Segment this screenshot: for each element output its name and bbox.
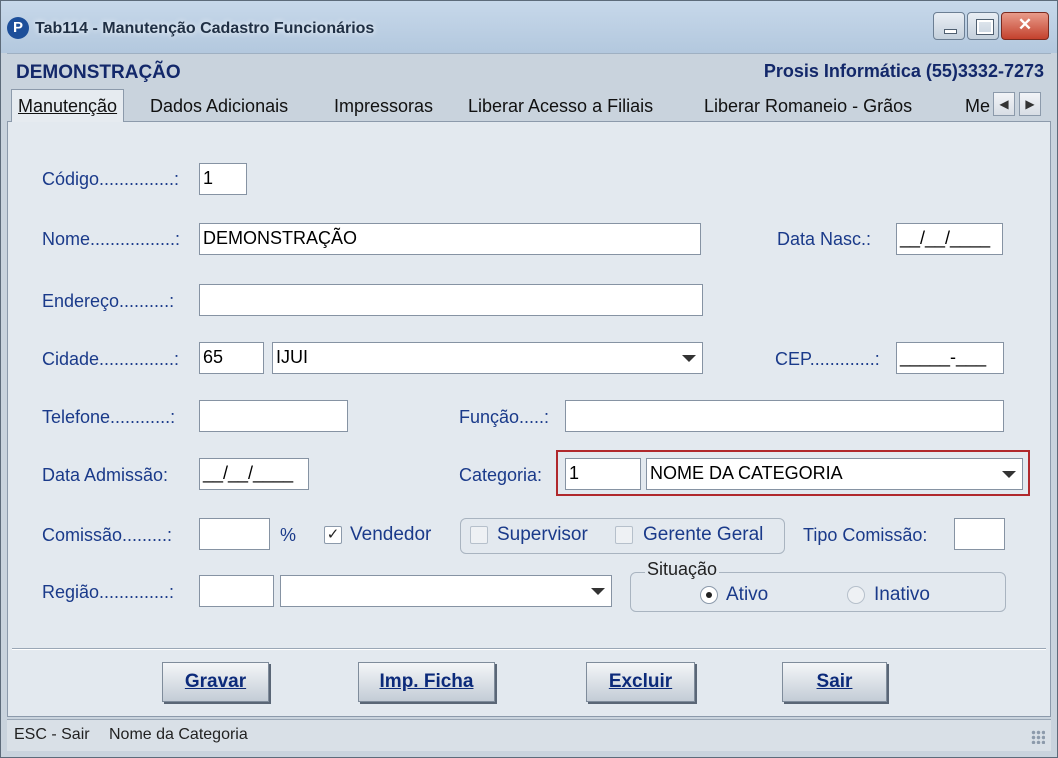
nome-field[interactable]: DEMONSTRAÇÃO	[199, 223, 701, 255]
ativo-radio[interactable]	[700, 586, 718, 604]
vendedor-checkbox[interactable]: ✓	[324, 526, 342, 544]
tab-more[interactable]: Me	[965, 93, 991, 121]
regiao-select[interactable]	[280, 575, 612, 607]
tab-scroll-right-icon[interactable]: ▶	[1019, 92, 1041, 116]
ativo-label: Ativo	[726, 584, 769, 605]
imp-ficha-button-label: Imp. Ficha	[379, 671, 474, 692]
data-nasc-field[interactable]: __/__/____	[896, 223, 1003, 255]
cidade-label: Cidade...............:	[42, 349, 180, 369]
status-bar: ESC - Sair Nome da Categoria	[7, 719, 1051, 751]
data-admissao-field[interactable]: __/__/____	[199, 458, 309, 490]
company-header: DEMONSTRAÇÃO Prosis Informática (55)3332…	[7, 53, 1051, 87]
app-window: P Tab114 - Manutenção Cadastro Funcionár…	[0, 0, 1058, 758]
endereco-field[interactable]	[199, 284, 703, 316]
maximize-button[interactable]	[967, 12, 999, 40]
window-title: Tab114 - Manutenção Cadastro Funcionário…	[35, 20, 375, 37]
funcao-label: Função.....:	[459, 407, 550, 427]
tab-strip: Manutenção Dados Adicionais Impressoras …	[7, 89, 1051, 122]
tab-dados-adicionais[interactable]: Dados Adicionais	[150, 93, 288, 121]
divider	[12, 648, 1046, 650]
sair-button-label: Sair	[816, 671, 853, 692]
cidade-code-field[interactable]: 65	[199, 342, 264, 374]
regiao-label: Região..............:	[42, 582, 175, 602]
chevron-down-icon[interactable]	[682, 355, 696, 362]
data-nasc-label: Data Nasc.:	[777, 229, 872, 249]
funcao-field[interactable]	[565, 400, 1004, 432]
inativo-label: Inativo	[874, 584, 930, 605]
codigo-label: Código...............:	[42, 169, 180, 189]
chevron-down-icon[interactable]	[591, 588, 605, 595]
data-admissao-label: Data Admissão:	[42, 465, 169, 485]
tipo-comissao-label: Tipo Comissão:	[803, 525, 928, 545]
checkmark-icon: ✓	[326, 526, 340, 543]
categoria-highlight-box	[556, 450, 1030, 496]
percent-label: %	[280, 525, 297, 545]
codigo-field[interactable]: 1	[199, 163, 247, 195]
tipo-comissao-field[interactable]	[954, 518, 1005, 550]
situacao-title: Situação	[645, 559, 720, 580]
gravar-button[interactable]: Gravar	[162, 662, 269, 702]
vendor-info: Prosis Informática (55)3332-7273	[763, 61, 1044, 81]
excluir-button-label: Excluir	[608, 671, 673, 692]
form-panel: Código...............: 1 Nome...........…	[7, 121, 1051, 717]
close-icon: ✕	[1017, 15, 1033, 34]
tab-label: Manutenção	[18, 96, 118, 116]
resize-grip-icon[interactable]	[1031, 730, 1045, 744]
status-field-name: Nome da Categoria	[109, 726, 248, 743]
telefone-label: Telefone............:	[42, 407, 176, 427]
sair-button[interactable]: Sair	[782, 662, 887, 702]
app-logo-icon: P	[7, 17, 29, 39]
endereco-label: Endereço..........:	[42, 291, 175, 311]
inativo-radio[interactable]	[847, 586, 865, 604]
comissao-label: Comissão.........:	[42, 525, 173, 545]
title-bar[interactable]: P Tab114 - Manutenção Cadastro Funcionár…	[1, 1, 1057, 53]
cidade-select[interactable]: IJUI	[272, 342, 703, 374]
cep-label: CEP.............:	[775, 349, 880, 369]
supervisor-checkbox[interactable]	[470, 526, 488, 544]
telefone-field[interactable]	[199, 400, 348, 432]
vendedor-label: Vendedor	[350, 524, 432, 545]
categoria-label: Categoria:	[459, 465, 543, 485]
tab-scroll-left-icon[interactable]: ◀	[993, 92, 1015, 116]
nome-label: Nome.................:	[42, 229, 181, 249]
gravar-button-label: Gravar	[184, 671, 247, 692]
excluir-button[interactable]: Excluir	[586, 662, 695, 702]
cidade-select-value: IJUI	[276, 347, 309, 367]
gerente-geral-checkbox[interactable]	[615, 526, 633, 544]
tab-liberar-acesso-filiais[interactable]: Liberar Acesso a Filiais	[468, 93, 653, 121]
regiao-code-field[interactable]	[199, 575, 274, 607]
minimize-button[interactable]	[933, 12, 965, 40]
comissao-field[interactable]	[199, 518, 270, 550]
close-button[interactable]: ✕	[1001, 12, 1049, 40]
imp-ficha-button[interactable]: Imp. Ficha	[358, 662, 495, 702]
tab-liberar-romaneio-graos[interactable]: Liberar Romaneio - Grãos	[704, 93, 912, 121]
cep-field[interactable]: _____-___	[896, 342, 1004, 374]
gerente-geral-label: Gerente Geral	[643, 524, 764, 545]
tab-impressoras[interactable]: Impressoras	[334, 93, 433, 121]
tab-manutencao[interactable]: Manutenção	[11, 89, 125, 122]
company-name: DEMONSTRAÇÃO	[16, 62, 181, 83]
supervisor-label: Supervisor	[497, 524, 588, 545]
status-hint: ESC - Sair	[14, 726, 90, 743]
